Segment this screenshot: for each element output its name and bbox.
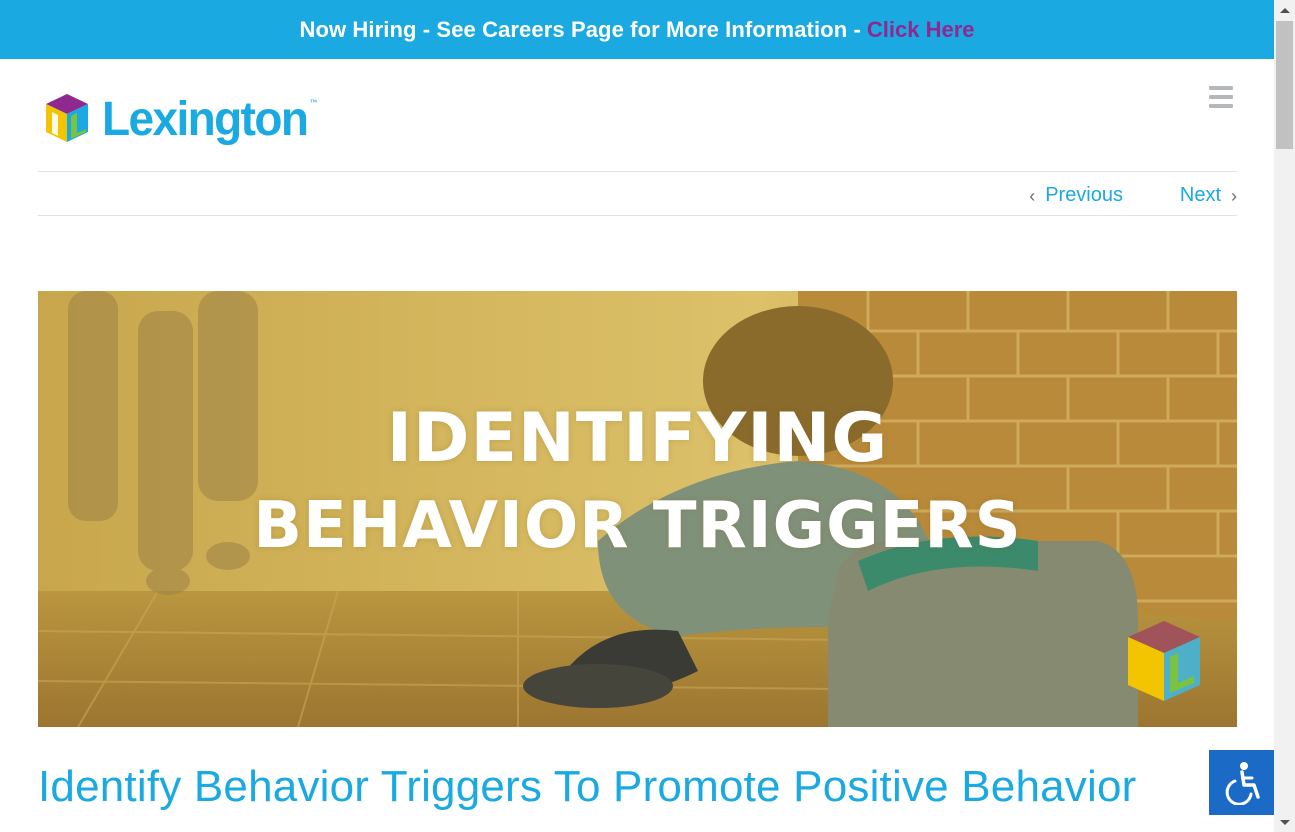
logo-wordmark: Lexington	[102, 90, 309, 146]
banner-text: Now Hiring - See Careers Page for More I…	[299, 16, 861, 42]
post-title: Identify Behavior Triggers To Promote Po…	[38, 762, 1137, 811]
logo-trademark: ™	[309, 98, 318, 107]
featured-image-heading-line2: BEHAVIOR TRIGGERS	[253, 489, 1022, 563]
page: Now Hiring - See Careers Page for More I…	[0, 0, 1295, 832]
page-scrollbar[interactable]	[1274, 0, 1295, 832]
featured-image: IDENTIFYING BEHAVIOR TRIGGERS	[38, 291, 1237, 727]
hamburger-menu-icon[interactable]	[1209, 86, 1233, 108]
post-navigation: ‹ Previous Next ›	[38, 171, 1237, 216]
next-label: Next	[1179, 184, 1221, 206]
scrollbar-thumb[interactable]	[1276, 21, 1293, 149]
featured-image-heading-line1: IDENTIFYING	[386, 399, 889, 478]
previous-label: Previous	[1045, 184, 1123, 206]
scroll-down-arrow-icon[interactable]	[1274, 812, 1295, 832]
wheelchair-icon	[1225, 761, 1260, 805]
site-logo[interactable]: Lexington ™	[44, 92, 317, 144]
banner-click-here-link[interactable]: Click Here	[867, 17, 975, 43]
scroll-up-arrow-icon[interactable]	[1274, 0, 1295, 20]
logo-cube-icon	[46, 94, 88, 142]
next-post-link[interactable]: Next ›	[1180, 184, 1237, 207]
chevron-right-icon: ›	[1231, 185, 1237, 206]
accessibility-button[interactable]	[1209, 750, 1274, 815]
chevron-left-icon: ‹	[1029, 185, 1036, 206]
hiring-banner: Now Hiring - See Careers Page for More I…	[0, 0, 1274, 59]
previous-post-link[interactable]: ‹ Previous	[1029, 184, 1123, 207]
